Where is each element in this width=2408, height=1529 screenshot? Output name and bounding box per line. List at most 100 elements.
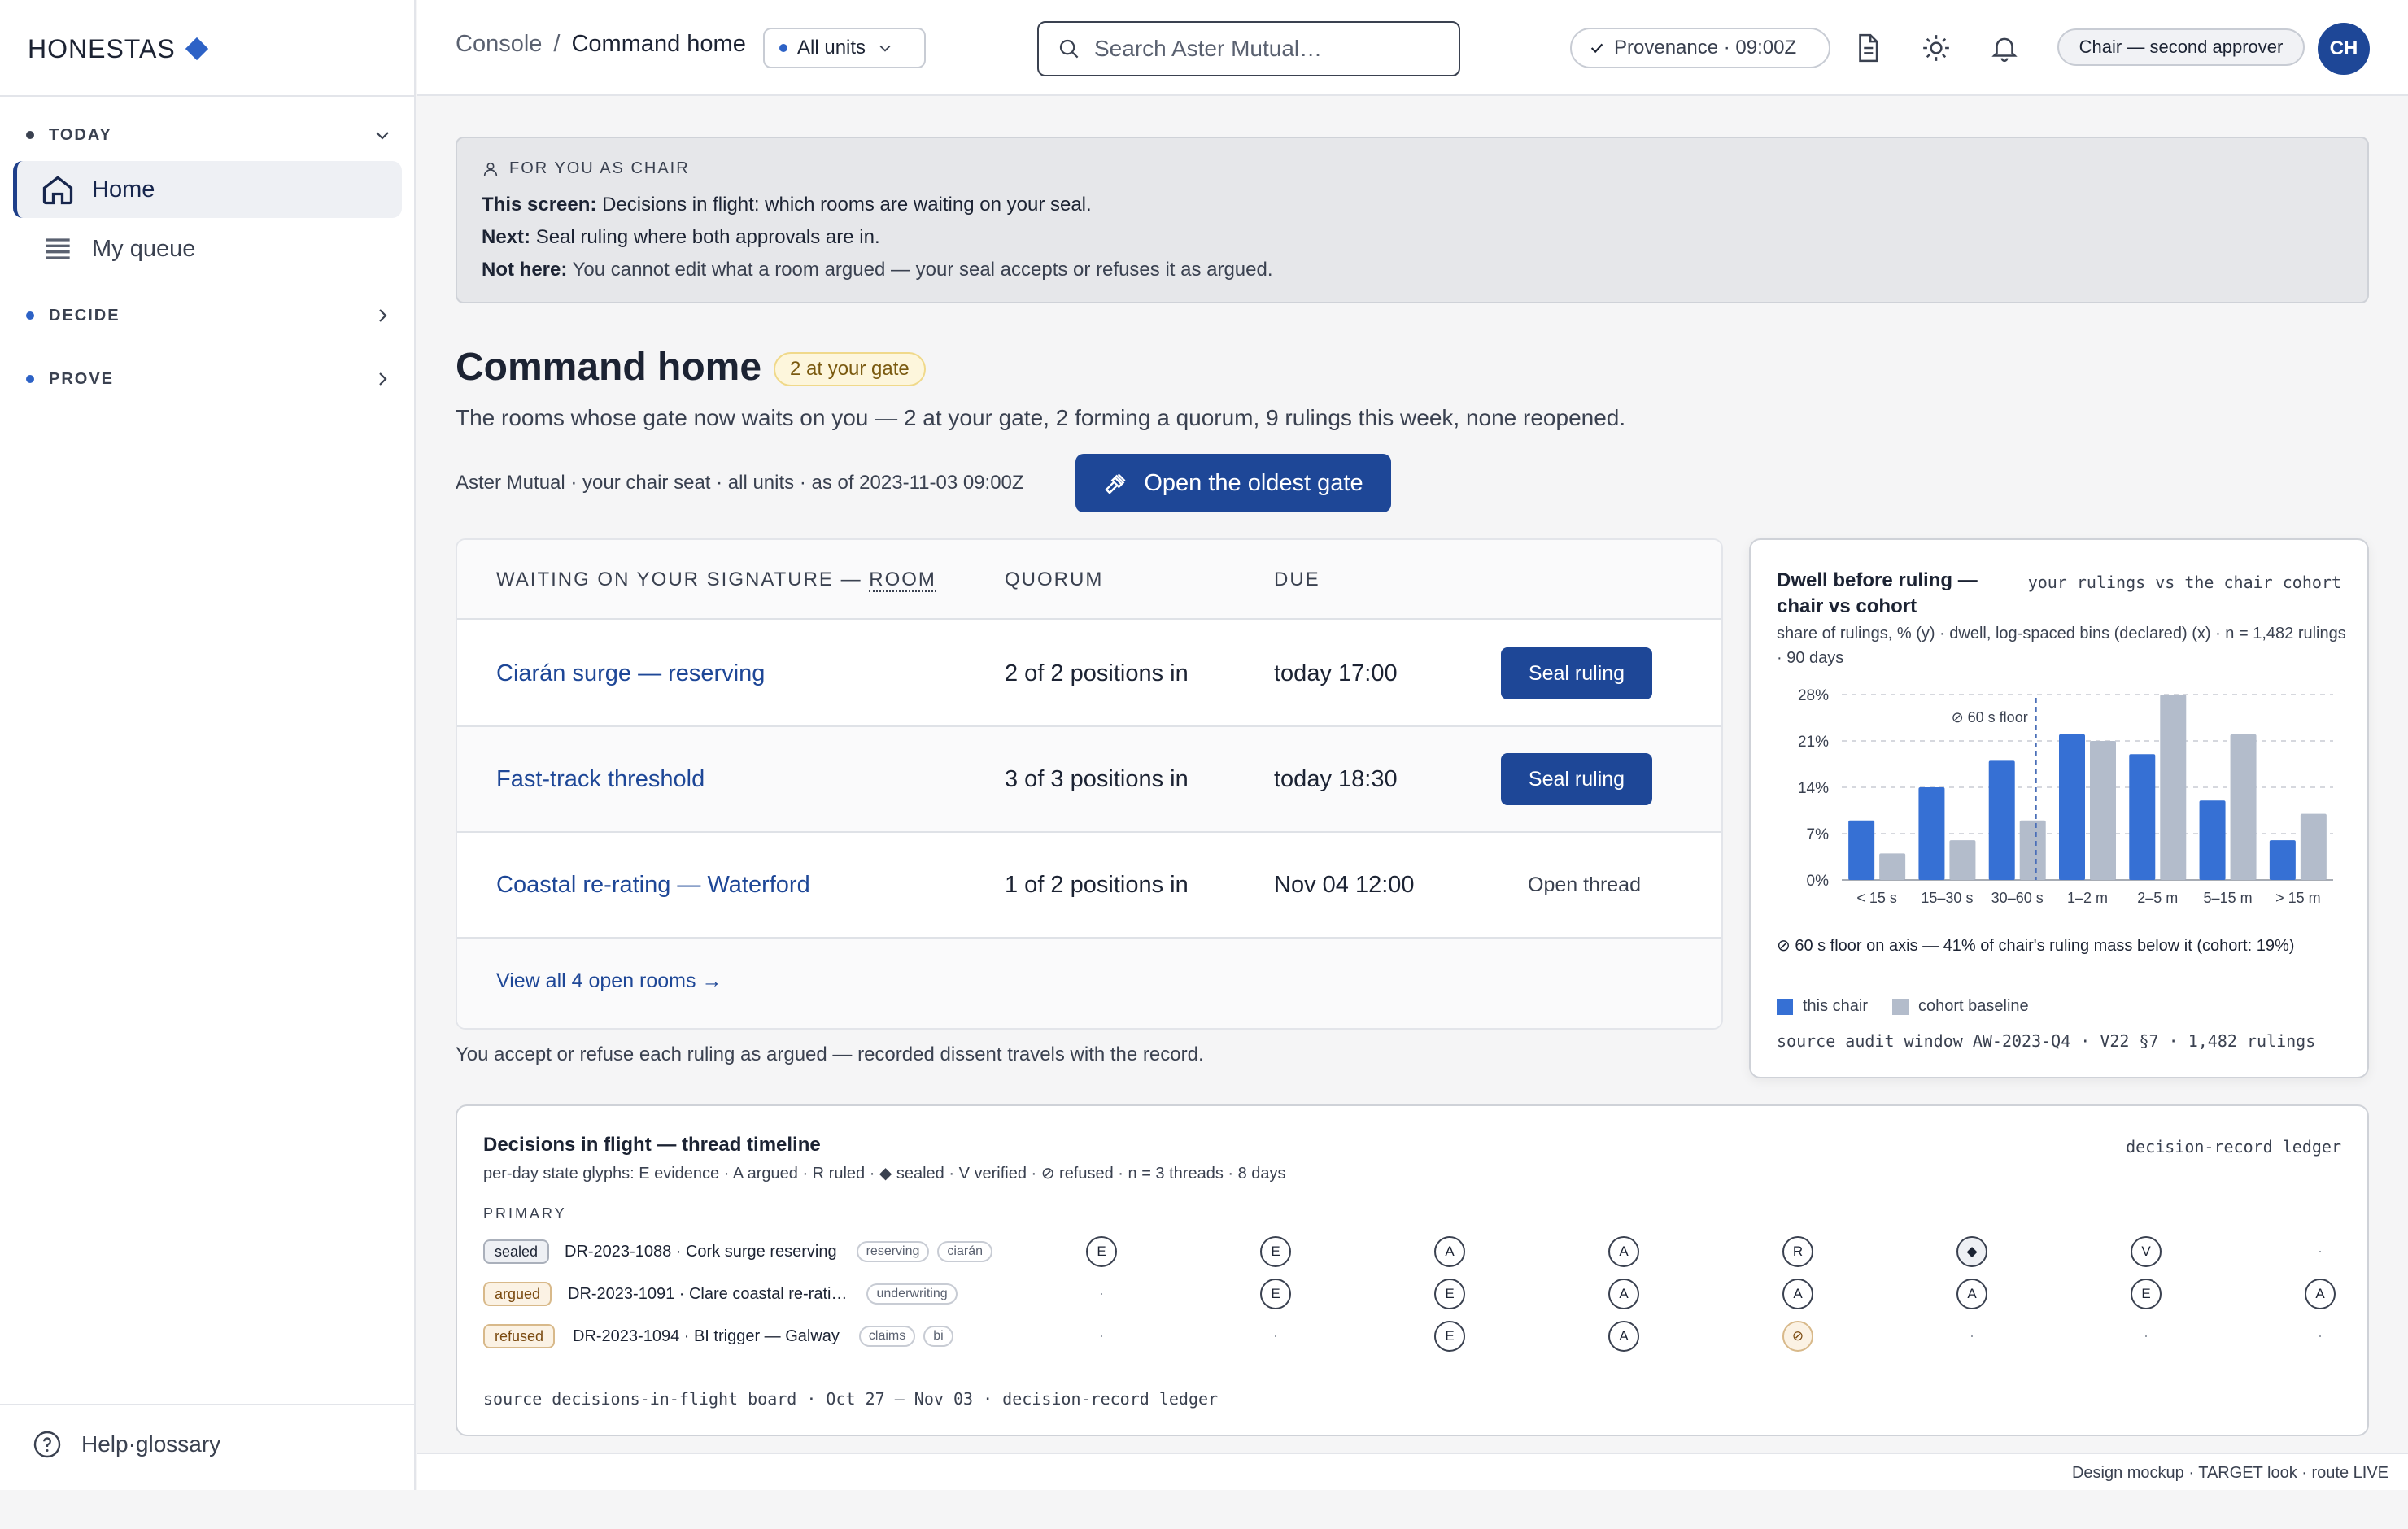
search-input[interactable] <box>1094 36 1444 62</box>
role-label: Chair — second approver <box>2079 37 2284 57</box>
x-tick-label: > 15 m <box>2275 890 2321 906</box>
day-glyph[interactable]: A <box>2305 1279 2336 1309</box>
room-glossary-term[interactable]: ROOM <box>869 568 936 592</box>
chart-subtitle: share of rulings, % (y) · dwell, log-spa… <box>1777 625 2346 667</box>
tag-chip[interactable]: bi <box>923 1326 953 1347</box>
view-all-rooms-link[interactable]: View all 4 open rooms → <box>496 969 722 993</box>
day-empty: · <box>1970 1327 1974 1344</box>
bar-cohort <box>2090 741 2116 880</box>
help-label: Help·glossary <box>81 1431 221 1457</box>
day-glyph[interactable]: R <box>1782 1236 1813 1267</box>
section-label: DECIDE <box>49 306 120 325</box>
quorum-value: 2 of 2 positions in <box>1005 660 1189 686</box>
tag-chip[interactable]: claims <box>858 1326 916 1347</box>
chair-context-panel: FOR YOU AS CHAIR This screen: Decisions … <box>456 137 2369 303</box>
user-icon <box>483 162 498 176</box>
day-glyph[interactable]: A <box>1782 1279 1813 1309</box>
sidebar-divider <box>0 95 416 97</box>
day-glyph[interactable]: E <box>1434 1279 1465 1309</box>
chair-line-not-here: Not here: You cannot edit what a room ar… <box>482 259 1273 281</box>
thread-title[interactable]: DR-2023-1094 · BI trigger — Galway <box>573 1327 840 1346</box>
thread-title[interactable]: DR-2023-1091 · Clare coastal re-rati… <box>568 1285 847 1304</box>
day-glyph[interactable]: E <box>1434 1321 1465 1352</box>
timeline-right-label: decision-record ledger <box>2126 1137 2341 1157</box>
seal-ruling-button[interactable]: Seal ruling <box>1501 647 1652 699</box>
tag-chip[interactable]: ciarán <box>937 1241 992 1262</box>
open-thread-button[interactable]: Open thread <box>1528 873 1641 897</box>
avatar[interactable]: CH <box>2318 23 2370 75</box>
x-tick-label: 15–30 s <box>1921 890 1973 906</box>
legend-swatch-icon <box>1892 998 1909 1015</box>
provenance-badge[interactable]: Provenance · 09:00Z <box>1570 28 1830 68</box>
day-glyph[interactable]: ◆ <box>1956 1236 1987 1267</box>
page-subtitle: The rooms whose gate now waits on you — … <box>456 405 1626 430</box>
day-glyph[interactable]: ⊘ <box>1782 1321 1813 1352</box>
timeline-title: Decisions in flight — thread timeline <box>483 1134 821 1156</box>
room-link[interactable]: Fast-track threshold <box>496 766 705 793</box>
home-icon <box>42 176 73 205</box>
chevron-down-icon <box>376 132 389 140</box>
chart-floor-note: ⊘ 60 s floor on axis — 41% of chair's ru… <box>1777 937 2295 955</box>
gavel-icon <box>1105 473 1126 494</box>
thread-title[interactable]: DR-2023-1088 · Cork surge reserving <box>565 1243 837 1261</box>
sidebar: HONESTAS TODAY Home My queue DECIDE PROV… <box>0 0 416 1490</box>
section-dot-icon <box>26 131 34 139</box>
legend-item-chair: this chair <box>1777 997 1868 1016</box>
timeline-row[interactable]: sealed DR-2023-1088 · Cork surge reservin… <box>457 1236 2367 1269</box>
day-glyph[interactable]: A <box>1608 1236 1639 1267</box>
x-tick-label: < 15 s <box>1856 890 1897 906</box>
tag-chip[interactable]: underwriting <box>866 1283 958 1305</box>
day-glyph[interactable]: A <box>1434 1236 1465 1267</box>
bar-chair <box>2129 754 2156 880</box>
document-icon[interactable] <box>1852 33 1883 63</box>
x-tick-label: 1–2 m <box>2067 890 2108 906</box>
col-quorum-header: QUORUM <box>1005 568 1104 590</box>
open-oldest-gate-button[interactable]: Open the oldest gate <box>1075 454 1391 512</box>
timeline-row[interactable]: refused DR-2023-1094 · BI trigger — Galwa… <box>457 1321 2367 1353</box>
role-badge[interactable]: Chair — second approver <box>2057 28 2305 66</box>
day-glyph[interactable]: E <box>1260 1236 1291 1267</box>
room-link[interactable]: Ciarán surge — reserving <box>496 660 765 687</box>
day-glyph[interactable]: V <box>2131 1236 2162 1267</box>
sun-icon[interactable] <box>1921 33 1952 63</box>
chart-title: Dwell before ruling — chair vs cohort <box>1777 569 1978 617</box>
sidebar-section-prove[interactable]: PROVE <box>26 363 392 395</box>
brand-name: HONESTAS <box>28 33 176 63</box>
sidebar-item-home[interactable]: Home <box>13 161 402 218</box>
day-glyph[interactable]: A <box>1956 1279 1987 1309</box>
breadcrumb-root[interactable]: Console <box>456 31 542 58</box>
chart-legend: this chair cohort baseline <box>1777 997 2029 1016</box>
search-icon <box>1059 39 1079 59</box>
day-glyph[interactable]: E <box>1260 1279 1291 1309</box>
col-due-header: DUE <box>1274 568 1320 590</box>
list-icon <box>46 238 70 259</box>
seal-ruling-button[interactable]: Seal ruling <box>1501 753 1652 805</box>
signature-queue-table: WAITING ON YOUR SIGNATURE — ROOM QUORUM … <box>456 538 1723 1030</box>
day-glyph[interactable]: E <box>1086 1236 1117 1267</box>
open-oldest-gate-label: Open the oldest gate <box>1144 469 1363 496</box>
bell-icon[interactable] <box>1989 33 2020 63</box>
bar-chair <box>2059 734 2085 880</box>
x-tick-label: 5–15 m <box>2204 890 2253 906</box>
units-dot-icon <box>779 44 787 52</box>
day-glyph[interactable]: E <box>2131 1279 2162 1309</box>
brand-logo[interactable]: HONESTAS <box>28 31 208 67</box>
sidebar-section-today[interactable]: TODAY <box>26 119 392 151</box>
bar-cohort <box>1879 853 1906 880</box>
y-tick-label: 14% <box>1798 780 1829 797</box>
chart-right-label: your rulings vs the chair cohort <box>2027 573 2341 592</box>
sidebar-section-decide[interactable]: DECIDE <box>26 299 392 332</box>
units-dropdown[interactable]: All units <box>763 28 926 68</box>
chart-source: source audit window AW-2023-Q4 · V22 §7 … <box>1777 1031 2316 1051</box>
state-badge: refused <box>483 1324 556 1348</box>
tag-chip[interactable]: reserving <box>856 1241 930 1262</box>
help-icon <box>33 1431 61 1458</box>
day-glyph[interactable]: A <box>1608 1321 1639 1352</box>
help-glossary-link[interactable]: Help·glossary <box>33 1430 220 1459</box>
day-glyph[interactable]: A <box>1608 1279 1639 1309</box>
room-link[interactable]: Coastal re-rating — Waterford <box>496 872 810 899</box>
thread-timeline-card: Decisions in flight — thread timeline de… <box>456 1104 2369 1436</box>
page-title: Command home <box>456 346 762 389</box>
timeline-row[interactable]: argued DR-2023-1091 · Clare coastal re-ra… <box>457 1279 2367 1311</box>
sidebar-item-my-queue[interactable]: My queue <box>17 220 402 277</box>
